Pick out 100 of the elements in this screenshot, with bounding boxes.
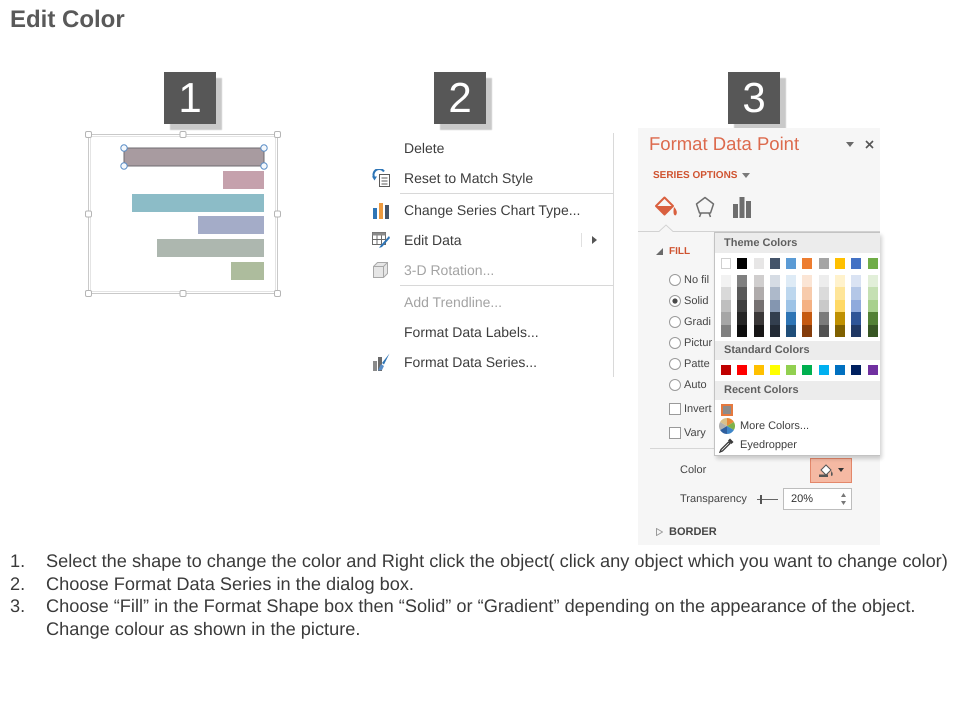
selection-handle[interactable] [260, 162, 268, 170]
color-swatch[interactable] [868, 364, 878, 375]
menu-item[interactable]: Edit Data [366, 225, 613, 255]
color-swatch[interactable] [851, 300, 862, 312]
checkbox-option[interactable]: Vary [669, 421, 706, 445]
color-swatch[interactable] [786, 324, 796, 337]
selection-handle[interactable] [120, 162, 128, 170]
series-options-dropdown[interactable]: SERIES OPTIONS [653, 167, 750, 183]
color-swatch[interactable] [721, 404, 733, 416]
color-swatch[interactable] [818, 287, 829, 300]
resize-handle[interactable] [85, 210, 92, 218]
color-swatch[interactable] [770, 258, 780, 269]
menu-item[interactable]: Change Series Chart Type... [366, 195, 613, 225]
color-swatch[interactable] [754, 258, 764, 269]
bar-chart-icon[interactable] [732, 196, 752, 218]
radio-option[interactable]: Gradi [669, 311, 711, 332]
color-swatch[interactable] [770, 275, 780, 288]
menu-item[interactable]: Format Data Series... [366, 347, 613, 377]
color-swatch[interactable] [851, 324, 862, 337]
color-swatch[interactable] [835, 312, 846, 325]
color-swatch[interactable] [737, 258, 748, 269]
color-swatch[interactable] [786, 258, 796, 269]
resize-handle[interactable] [85, 290, 92, 297]
selection-handle[interactable] [260, 144, 268, 152]
resize-handle[interactable] [85, 131, 92, 138]
color-swatch[interactable] [721, 275, 731, 288]
color-swatch[interactable] [721, 287, 731, 300]
triangle-icon[interactable] [656, 247, 663, 255]
color-swatch[interactable] [851, 287, 862, 300]
color-swatch[interactable] [786, 275, 796, 288]
color-swatch[interactable] [818, 312, 829, 325]
pentagon-icon[interactable] [695, 196, 715, 218]
triangle-icon[interactable] [656, 528, 663, 536]
color-swatch[interactable] [770, 324, 780, 337]
color-swatch[interactable] [868, 312, 878, 325]
color-swatch[interactable] [786, 312, 796, 325]
section-header[interactable]: BORDER [656, 524, 717, 540]
checkbox-option[interactable]: Invert [669, 397, 712, 421]
color-swatch[interactable] [835, 258, 846, 269]
color-swatch[interactable] [737, 287, 748, 300]
paint-bucket-icon[interactable] [654, 196, 678, 218]
color-swatch[interactable] [818, 258, 829, 269]
color-swatch[interactable] [851, 364, 862, 375]
color-swatch[interactable] [786, 300, 796, 312]
color-swatch[interactable] [868, 300, 878, 312]
menu-item[interactable]: Format Data Labels... [366, 317, 613, 347]
dropdown-caret-icon[interactable] [846, 142, 854, 146]
color-swatch[interactable] [835, 364, 846, 375]
resize-handle[interactable] [274, 210, 281, 218]
color-swatch[interactable] [802, 364, 812, 375]
color-swatch[interactable] [802, 287, 812, 300]
color-swatch[interactable] [802, 275, 812, 288]
color-swatch[interactable] [721, 324, 731, 337]
close-icon[interactable] [865, 140, 874, 148]
color-swatch[interactable] [754, 324, 764, 337]
menu-item[interactable]: Eyedropper [715, 435, 797, 455]
color-swatch[interactable] [770, 364, 780, 375]
slider-thumb[interactable] [760, 494, 762, 504]
color-swatch[interactable] [818, 324, 829, 337]
color-swatch[interactable] [770, 312, 780, 325]
color-swatch[interactable] [737, 312, 748, 325]
color-swatch[interactable] [868, 287, 878, 300]
radio-option[interactable]: Pictur [669, 332, 712, 353]
color-swatch[interactable] [721, 312, 731, 325]
bar[interactable] [124, 148, 264, 166]
color-swatch[interactable] [802, 312, 812, 325]
color-swatch[interactable] [721, 364, 731, 375]
resize-handle[interactable] [274, 131, 281, 138]
color-swatch[interactable] [737, 324, 748, 337]
color-swatch[interactable] [770, 300, 780, 312]
color-swatch[interactable] [754, 312, 764, 325]
color-swatch[interactable] [754, 287, 764, 300]
color-swatch[interactable] [818, 275, 829, 288]
color-swatch[interactable] [786, 364, 796, 375]
color-swatch[interactable] [835, 300, 846, 312]
resize-handle[interactable] [180, 290, 186, 297]
color-swatch[interactable] [818, 300, 829, 312]
color-swatch[interactable] [737, 300, 748, 312]
section-header[interactable]: FILL [656, 243, 690, 259]
color-swatch[interactable] [754, 364, 764, 375]
resize-handle[interactable] [180, 131, 186, 138]
fill-color-button[interactable] [810, 458, 852, 482]
color-swatch[interactable] [754, 275, 764, 288]
color-swatch[interactable] [851, 275, 862, 288]
menu-item[interactable]: More Colors... [715, 416, 810, 436]
radio-option[interactable]: Auto [669, 374, 707, 395]
spin-arrows-icon[interactable] [841, 493, 846, 505]
color-swatch[interactable] [721, 300, 731, 312]
color-swatch[interactable] [835, 275, 846, 288]
resize-handle[interactable] [274, 290, 281, 297]
color-swatch[interactable] [868, 275, 878, 288]
color-swatch[interactable] [851, 312, 862, 325]
radio-option[interactable]: No fil [669, 269, 710, 290]
color-swatch[interactable] [754, 300, 764, 312]
color-swatch[interactable] [818, 364, 829, 375]
color-swatch[interactable] [802, 300, 812, 312]
color-swatch[interactable] [737, 275, 748, 288]
color-swatch[interactable] [737, 364, 748, 375]
selection-handle[interactable] [120, 144, 128, 152]
color-swatch[interactable] [802, 258, 812, 269]
